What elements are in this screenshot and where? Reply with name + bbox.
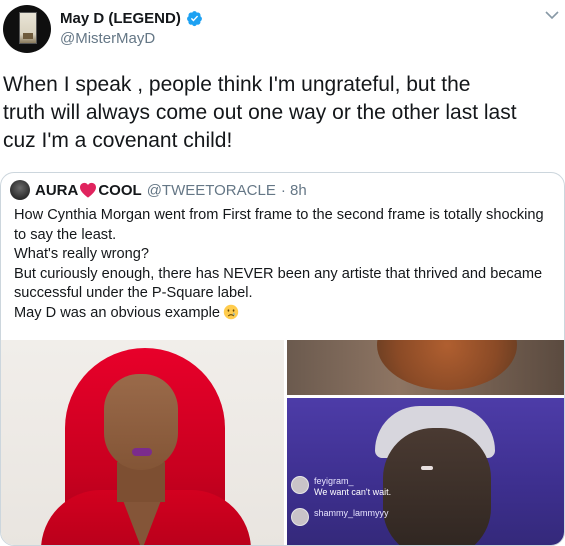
quoted-avatar[interactable] (10, 180, 30, 200)
photo-live-stream[interactable]: feyigram_ We want can't wait. shammy_lam… (287, 398, 564, 545)
quoted-tweet-card[interactable]: AURA COOL @TWEETORACLE · 8h How Cynthia … (0, 172, 565, 546)
comment-message: We want can't wait. (314, 487, 392, 497)
quoted-timestamp[interactable]: · 8h (281, 182, 307, 199)
comment-body: shammy_lammyyy (314, 508, 389, 519)
live-comment: shammy_lammyyy (291, 508, 389, 526)
verified-badge-icon (186, 11, 202, 27)
comment-body: feyigram_ We want can't wait. (314, 476, 391, 498)
live-comment: feyigram_ We want can't wait. (291, 476, 391, 498)
tweet: May D (LEGEND) @MisterMayD When I speak … (0, 0, 565, 546)
quoted-tweet-text: How Cynthia Morgan went from First frame… (14, 206, 562, 323)
author-handle[interactable]: @MisterMayD (60, 30, 155, 47)
photo-second-top[interactable] (287, 340, 564, 395)
photo-hair-shape (377, 340, 517, 390)
tweet-text: When I speak , people think I'm ungratef… (3, 73, 517, 152)
quoted-name-part1: AURA (35, 181, 79, 199)
avatar-picture-frame (19, 12, 37, 44)
crying-face-icon (223, 304, 239, 319)
quoted-tweet-header: AURA COOL @TWEETORACLE · 8h (10, 180, 307, 200)
avatar[interactable] (3, 5, 51, 53)
comment-user: shammy_lammyyy (314, 508, 389, 518)
photo-red-hair-woman[interactable] (1, 340, 284, 545)
photo-face-shape (383, 428, 491, 545)
quoted-text-body: How Cynthia Morgan went from First frame… (14, 207, 544, 321)
comment-avatar (291, 508, 309, 526)
photo-glint-shape (421, 466, 433, 470)
comment-avatar (291, 476, 309, 494)
comment-user: feyigram_ (314, 476, 354, 486)
heart-icon (80, 182, 97, 198)
chevron-down-icon[interactable] (545, 10, 559, 20)
display-name[interactable]: May D (LEGEND) (60, 10, 181, 27)
photo-lips-shape (132, 448, 152, 456)
quoted-handle[interactable]: @TWEETORACLE (147, 182, 276, 199)
quoted-display-name[interactable]: AURA COOL (35, 182, 142, 199)
quoted-name-part2: COOL (98, 181, 142, 199)
author-name-row: May D (LEGEND) (60, 10, 203, 27)
